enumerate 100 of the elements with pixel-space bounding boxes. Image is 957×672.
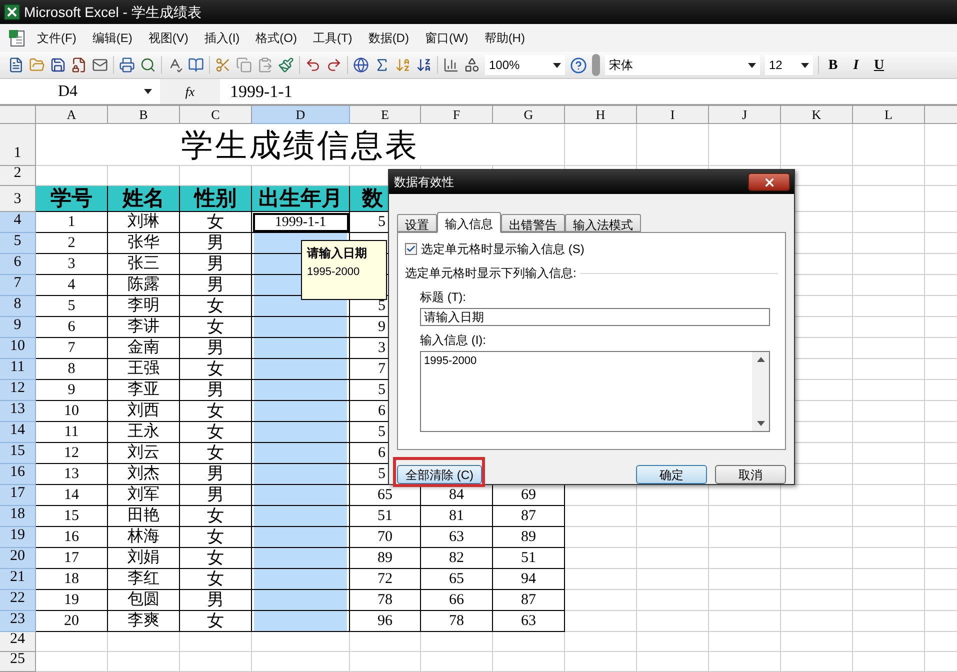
column-header[interactable]: F [421, 106, 493, 124]
checkbox-label[interactable]: 选定单元格时显示输入信息 (S) [421, 240, 584, 258]
copy-icon[interactable] [236, 57, 252, 73]
row-header[interactable]: 6 [0, 254, 36, 275]
row-header[interactable]: 2 [0, 166, 36, 186]
message-field[interactable]: 1995-2000 [420, 350, 770, 432]
row-header[interactable]: 21 [0, 569, 36, 590]
dropdown-arrow-icon[interactable] [553, 62, 561, 68]
drawing-icon[interactable] [464, 57, 480, 73]
table-cell [565, 611, 637, 632]
menu-item[interactable]: 视图(V) [141, 29, 196, 47]
row-header[interactable]: 20 [0, 548, 36, 569]
zoom-dropdown[interactable]: 100% [485, 55, 565, 75]
font-dropdown[interactable]: 宋体 [605, 55, 760, 75]
dropdown-arrow-icon[interactable] [801, 62, 809, 68]
row-header[interactable]: 5 [0, 233, 36, 254]
row-header[interactable]: 7 [0, 275, 36, 296]
research-icon[interactable] [188, 57, 204, 73]
menu-item[interactable]: 编辑(E) [85, 29, 140, 47]
row-header[interactable]: 1 [0, 124, 36, 166]
sort-descending-icon[interactable] [416, 57, 432, 73]
format-painter-icon[interactable] [278, 57, 294, 73]
menu-item[interactable]: 数据(D) [361, 29, 416, 47]
row-header[interactable]: 14 [0, 422, 36, 443]
row-header[interactable]: 9 [0, 317, 36, 338]
table-cell [565, 506, 637, 527]
chart-icon[interactable] [443, 57, 459, 73]
column-header[interactable]: A [36, 106, 108, 124]
dialog-tab[interactable]: 出错警告 [501, 214, 565, 232]
table-cell [36, 632, 108, 652]
column-header[interactable]: J [709, 106, 781, 124]
table-cell: 12 [36, 443, 108, 464]
formula-field[interactable]: 1999-1-1 [220, 79, 957, 104]
scroll-down-icon[interactable] [756, 420, 764, 426]
print-preview-icon[interactable] [140, 57, 156, 73]
dialog-button[interactable]: 取消 [715, 465, 786, 484]
permission-icon[interactable] [71, 57, 87, 73]
row-header[interactable]: 3 [0, 186, 36, 212]
table-cell [709, 506, 781, 527]
column-header[interactable]: D [252, 106, 350, 124]
menu-item[interactable]: 格式(O) [248, 29, 304, 47]
close-button[interactable] [748, 173, 790, 191]
format-button[interactable]: I [847, 54, 865, 76]
row-header[interactable]: 25 [0, 652, 36, 672]
row-header[interactable]: 12 [0, 380, 36, 401]
sort-ascending-icon[interactable] [395, 57, 411, 73]
scroll-up-icon[interactable] [756, 356, 764, 362]
dialog-tab[interactable]: 输入法模式 [565, 214, 641, 232]
row-header[interactable]: 10 [0, 338, 36, 359]
title-field[interactable]: 请输入日期 [420, 308, 770, 326]
row-header[interactable]: 15 [0, 443, 36, 464]
clear-all-button[interactable]: 全部清除 (C) [397, 465, 482, 484]
row-header[interactable]: 23 [0, 611, 36, 632]
menu-item[interactable]: 工具(T) [306, 29, 360, 47]
menu-item[interactable]: 文件(F) [30, 29, 84, 47]
format-button[interactable]: B [824, 54, 842, 76]
column-header[interactable]: L [853, 106, 925, 124]
format-button[interactable]: U [870, 54, 888, 76]
dialog-tab[interactable]: 设置 [397, 214, 437, 232]
dialog-tab[interactable]: 输入信息 [437, 212, 501, 233]
column-header[interactable]: G [493, 106, 565, 124]
column-header[interactable]: B [108, 106, 180, 124]
column-header[interactable]: E [350, 106, 421, 124]
row-header[interactable]: 18 [0, 506, 36, 527]
menu-item[interactable]: 窗口(W) [418, 29, 476, 47]
column-header[interactable]: K [781, 106, 853, 124]
row-header[interactable]: 4 [0, 212, 36, 233]
menu-item[interactable]: 插入(I) [197, 29, 247, 47]
row-header[interactable]: 17 [0, 485, 36, 506]
row-header[interactable]: 11 [0, 359, 36, 380]
dropdown-arrow-icon[interactable] [144, 89, 152, 94]
row-header[interactable]: 24 [0, 632, 36, 652]
cut-icon[interactable] [215, 57, 231, 73]
font-size-dropdown[interactable]: 12 [765, 55, 813, 75]
row-header[interactable]: 13 [0, 401, 36, 422]
checkbox[interactable] [405, 243, 417, 255]
redo-icon[interactable] [326, 57, 342, 73]
open-folder-icon[interactable] [29, 57, 45, 73]
function-button[interactable]: fx [185, 82, 195, 102]
row-header[interactable]: 8 [0, 296, 36, 317]
save-icon[interactable] [50, 57, 66, 73]
dialog-button[interactable]: 确定 [636, 465, 707, 484]
undo-icon[interactable] [305, 57, 321, 73]
table-cell [853, 464, 925, 485]
row-header[interactable]: 22 [0, 590, 36, 611]
scrollbar[interactable] [752, 352, 769, 430]
menu-item[interactable]: 帮助(H) [477, 29, 532, 47]
paste-icon[interactable] [257, 57, 273, 73]
row-header[interactable]: 16 [0, 464, 36, 485]
help-icon[interactable] [570, 56, 587, 74]
column-header[interactable]: I [637, 106, 709, 124]
row-header[interactable]: 19 [0, 527, 36, 548]
hyperlink-icon[interactable] [353, 57, 369, 73]
mail-icon[interactable] [92, 57, 108, 73]
new-file-icon[interactable] [8, 57, 24, 73]
column-header[interactable]: C [180, 106, 252, 124]
toolbar-grip[interactable] [592, 54, 600, 76]
print-icon[interactable] [119, 57, 135, 73]
dropdown-arrow-icon[interactable] [748, 62, 756, 68]
column-header[interactable]: H [565, 106, 637, 124]
